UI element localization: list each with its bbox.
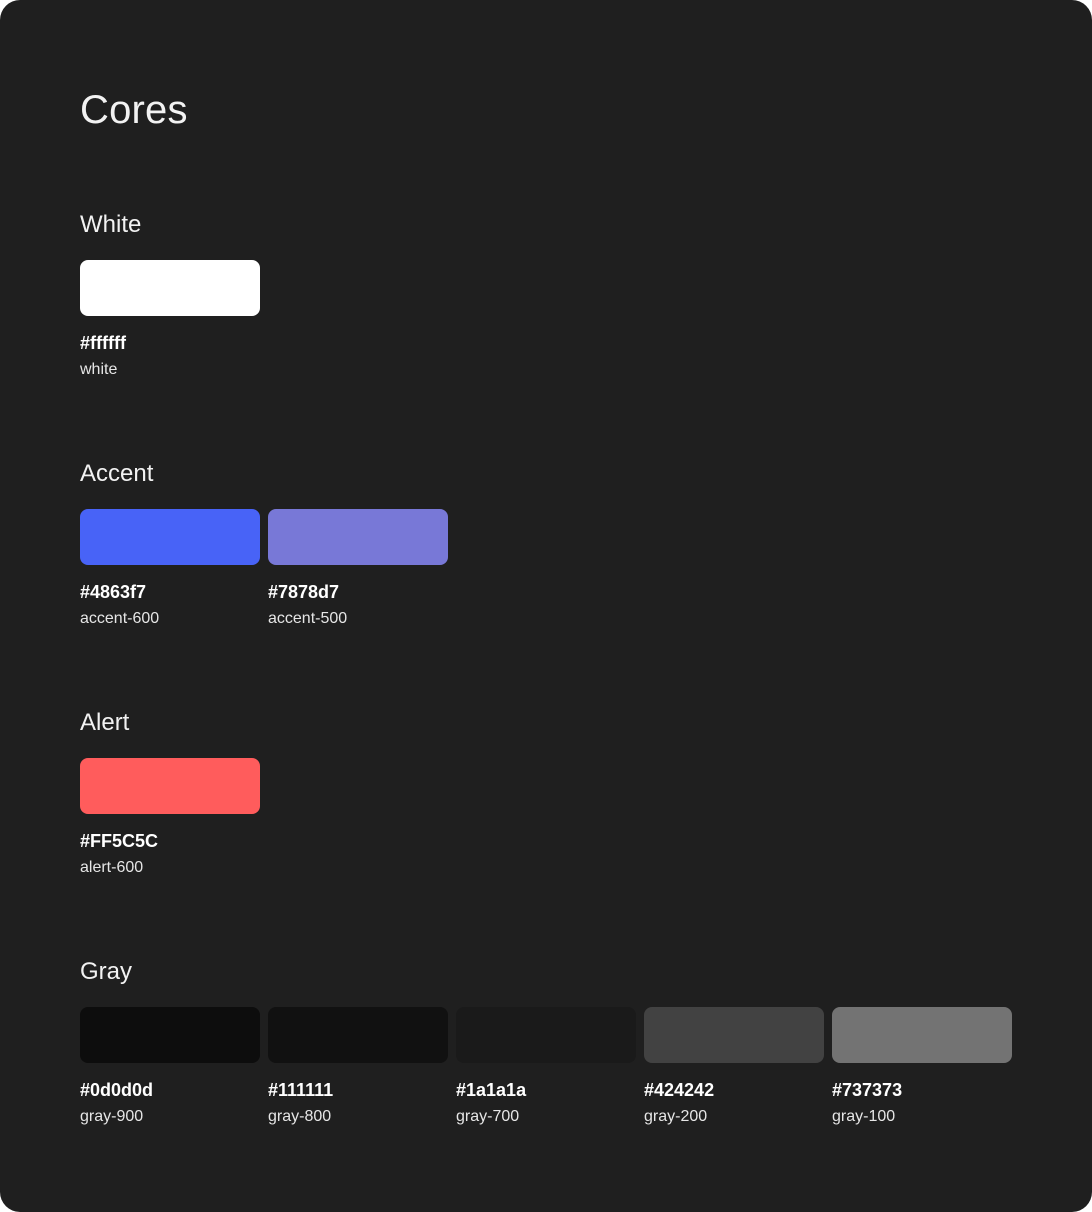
color-item-gray-100: #737373 gray-100 xyxy=(832,1007,1012,1127)
swatch-row: #4863f7 accent-600 #7878d7 accent-500 xyxy=(80,509,448,629)
color-token: white xyxy=(80,361,118,378)
color-item-gray-800: #111111 gray-800 xyxy=(268,1007,448,1127)
color-hex: #7878d7 xyxy=(268,582,340,602)
section-accent: Accent #4863f7 accent-600 #7878d7 accent… xyxy=(80,459,448,629)
color-palette-card: Cores White #ffffff white Accent #4863f7… xyxy=(0,0,1092,1212)
section-title: Alert xyxy=(80,709,130,736)
color-token: accent-500 xyxy=(268,610,348,627)
color-item-alert-600: #FF5C5C alert-600 xyxy=(80,758,260,878)
color-token: accent-600 xyxy=(80,610,160,627)
color-swatch xyxy=(80,1007,260,1063)
color-swatch xyxy=(268,1007,448,1063)
color-swatch xyxy=(80,260,260,316)
section-title: Accent xyxy=(80,460,154,487)
section-alert: Alert #FF5C5C alert-600 xyxy=(80,708,260,878)
swatch-row: #ffffff white xyxy=(80,260,260,380)
color-hex: #0d0d0d xyxy=(80,1080,154,1100)
section-title: Gray xyxy=(80,958,133,985)
color-item-accent-500: #7878d7 accent-500 xyxy=(268,509,448,629)
color-hex: #737373 xyxy=(832,1080,903,1100)
color-hex: #FF5C5C xyxy=(80,831,159,851)
color-token: gray-100 xyxy=(832,1108,896,1125)
color-item-gray-900: #0d0d0d gray-900 xyxy=(80,1007,260,1127)
page-title: Cores xyxy=(80,88,188,132)
color-swatch xyxy=(80,758,260,814)
section-white: White #ffffff white xyxy=(80,210,260,380)
color-swatch xyxy=(80,509,260,565)
color-hex: #424242 xyxy=(644,1080,715,1100)
color-hex: #111111 xyxy=(268,1080,334,1100)
swatch-row: #0d0d0d gray-900 #111111 gray-800 #1a1a1… xyxy=(80,1007,1012,1127)
color-item-white: #ffffff white xyxy=(80,260,260,380)
section-gray: Gray #0d0d0d gray-900 #111111 gray-800 #… xyxy=(80,957,1012,1127)
color-swatch xyxy=(644,1007,824,1063)
section-title: White xyxy=(80,211,142,238)
color-token: gray-700 xyxy=(456,1108,520,1125)
color-token: gray-200 xyxy=(644,1108,708,1125)
color-item-gray-700: #1a1a1a gray-700 xyxy=(456,1007,636,1127)
swatch-row: #FF5C5C alert-600 xyxy=(80,758,260,878)
color-item-gray-200: #424242 gray-200 xyxy=(644,1007,824,1127)
color-swatch xyxy=(268,509,448,565)
color-hex: #1a1a1a xyxy=(456,1080,527,1100)
color-token: gray-900 xyxy=(80,1108,144,1125)
color-hex: #ffffff xyxy=(80,333,126,353)
color-swatch xyxy=(832,1007,1012,1063)
color-hex: #4863f7 xyxy=(80,582,147,602)
color-token: alert-600 xyxy=(80,859,144,876)
color-token: gray-800 xyxy=(268,1108,332,1125)
color-item-accent-600: #4863f7 accent-600 xyxy=(80,509,260,629)
color-swatch xyxy=(456,1007,636,1063)
